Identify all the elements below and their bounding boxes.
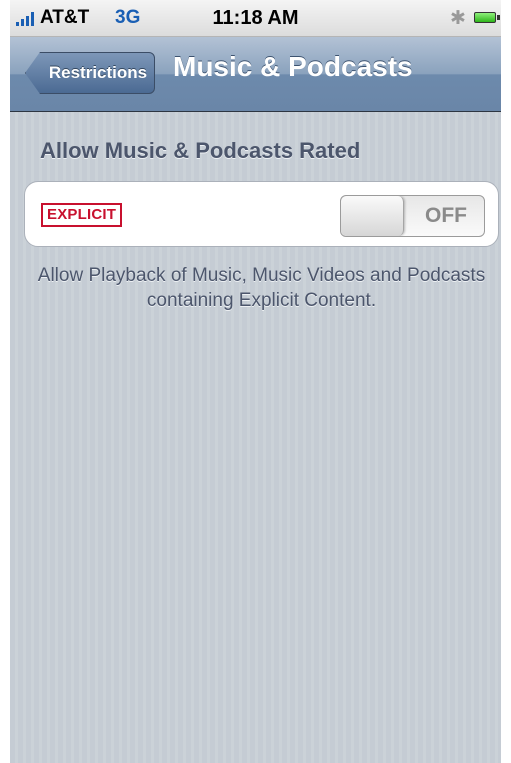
back-button-label: Restrictions [48,63,148,82]
status-bar: AT&T 3G 11:18 AM ✱ [10,0,501,37]
toggle-knob[interactable] [341,196,404,236]
phone-screen: AT&T 3G 11:18 AM ✱ Restrictions Music & … [10,0,501,763]
explicit-badge: EXPLICIT [41,203,123,227]
toggle-state-label: OFF [425,204,467,227]
explicit-toggle-switch[interactable]: OFF [340,195,485,237]
section-footer-note: Allow Playback of Music, Music Videos an… [37,265,486,311]
explicit-setting-row: EXPLICIT OFF [24,181,499,247]
back-button[interactable]: Restrictions [25,52,155,94]
page-title: Music & Podcasts [173,51,413,82]
section-header: Allow Music & Podcasts Rated [40,138,361,163]
bluetooth-icon: ✱ [450,8,466,29]
clock: 11:18 AM [212,7,299,29]
battery-icon [474,12,500,23]
navigation-bar: Restrictions Music & Podcasts [10,37,501,112]
